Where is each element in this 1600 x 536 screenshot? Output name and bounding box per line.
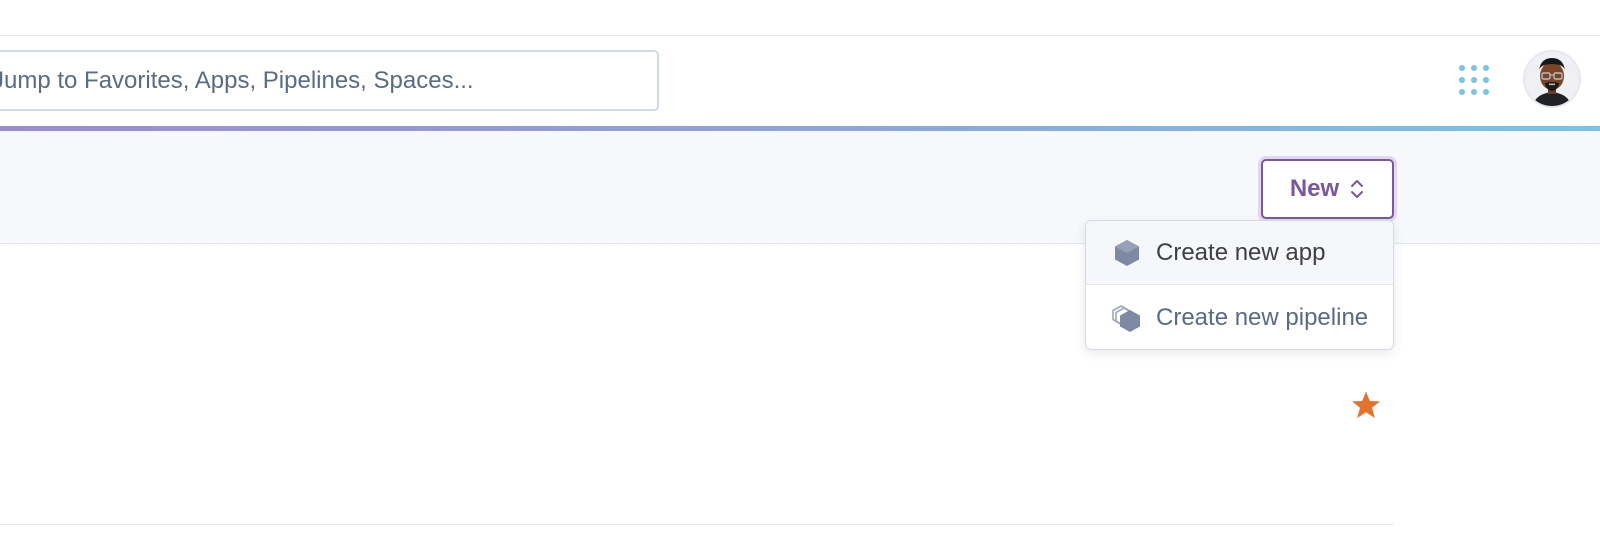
grid-dot [1471,89,1477,95]
content-divider [0,524,1394,525]
grid-dot [1483,65,1489,71]
menu-item-label: Create new app [1156,238,1326,266]
apps-grid-icon[interactable] [1457,63,1491,97]
new-dropdown-menu: Create new app Create new pipeline [1085,220,1394,350]
avatar[interactable] [1523,50,1581,108]
stacked-hexagons-pipeline-icon [1112,305,1140,332]
grid-dot [1459,89,1465,95]
hexagon-app-icon [1115,239,1139,266]
menu-item-create-pipeline[interactable]: Create new pipeline [1086,286,1393,349]
avatar-illustration [1525,52,1579,106]
top-strip [0,0,1600,36]
menu-item-create-app[interactable]: Create new app [1086,221,1393,285]
grid-dot [1483,77,1489,83]
search-box[interactable] [0,50,659,111]
menu-item-label: Create new pipeline [1156,304,1369,331]
grid-dot [1459,65,1465,71]
grid-dot [1483,89,1489,95]
grid-dot [1471,65,1477,71]
search-input[interactable] [0,66,657,95]
grid-dot [1459,77,1465,83]
star-icon[interactable] [1351,390,1381,420]
chevron-up-down-icon [1351,180,1364,198]
header [0,36,1600,126]
new-button[interactable]: New [1261,159,1394,219]
grid-dot [1471,77,1477,83]
new-button-label: New [1289,175,1340,202]
